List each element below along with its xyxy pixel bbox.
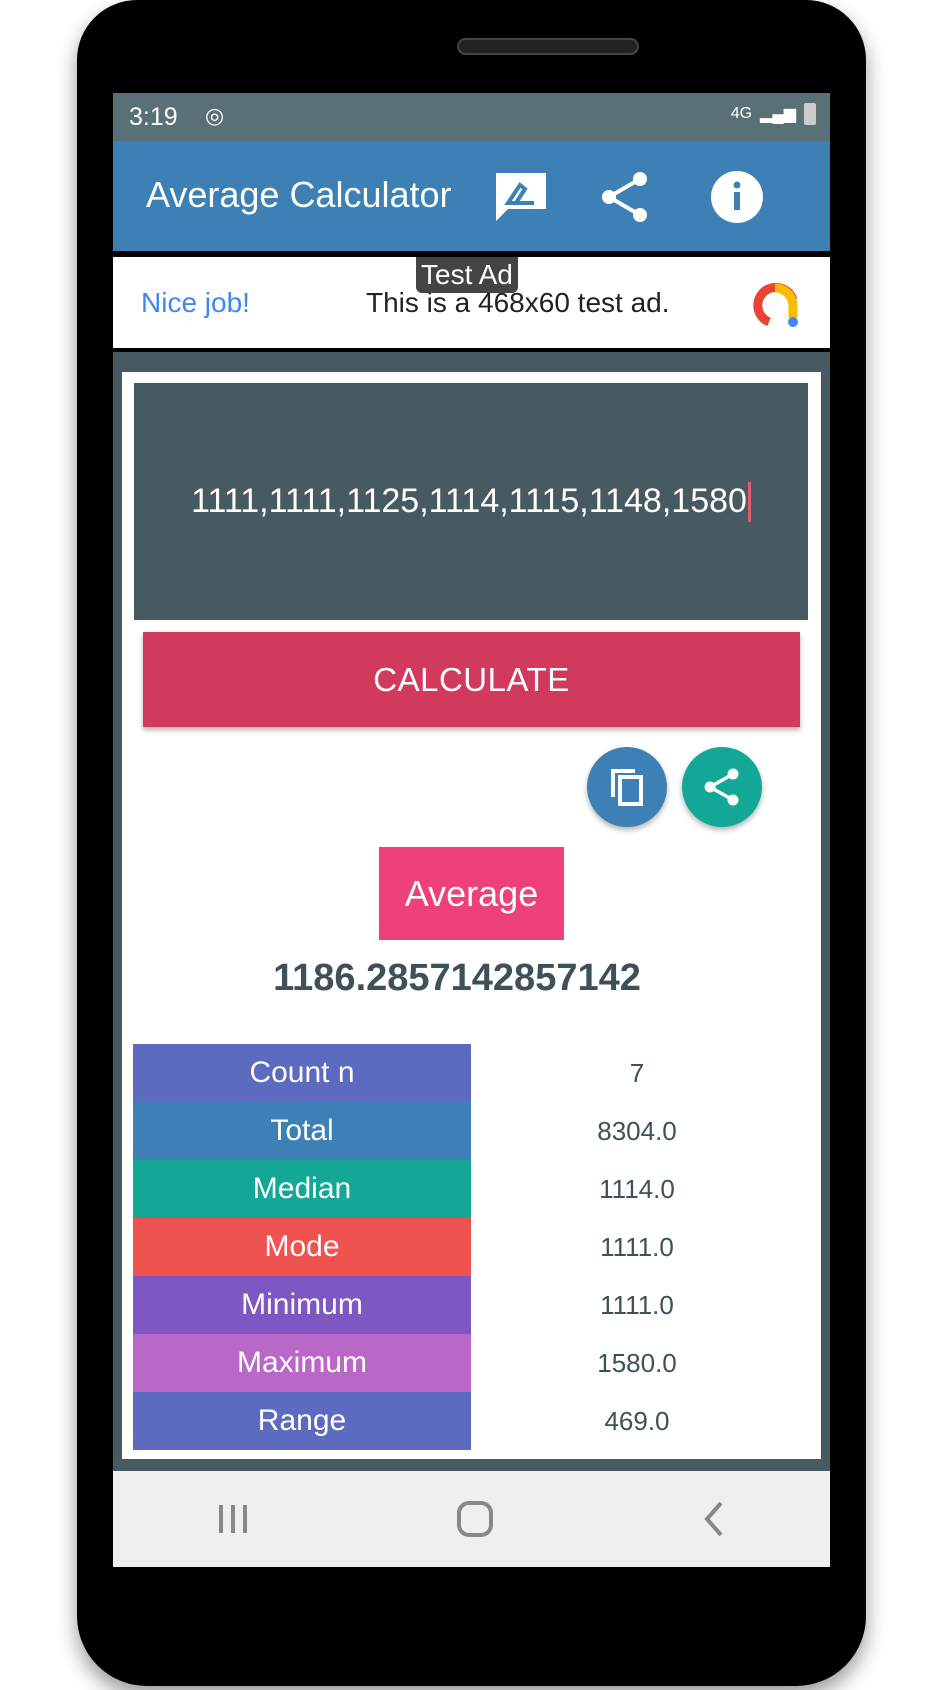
calculator-card: 1111,1111,1125,1114,1115,1148,1580 CALCU… xyxy=(122,372,821,1459)
signal-icon: ▂▄▆ xyxy=(760,106,796,123)
navigation-bar xyxy=(113,1471,830,1567)
stat-value: 1114.0 xyxy=(599,1173,675,1204)
recent-apps-icon[interactable] xyxy=(216,1503,250,1535)
speaker-grille xyxy=(457,38,639,55)
battery-icon xyxy=(804,103,816,125)
ad-tag: Test Ad xyxy=(416,257,518,293)
stat-row: Maximum 1580.0 xyxy=(133,1334,803,1392)
copy-button[interactable] xyxy=(587,747,667,827)
calculate-button[interactable]: CALCULATE xyxy=(143,632,800,727)
info-icon[interactable] xyxy=(709,169,765,225)
numbers-input[interactable]: 1111,1111,1125,1114,1115,1148,1580 xyxy=(134,383,808,620)
stat-value: 1111.0 xyxy=(600,1289,674,1320)
numbers-input-value: 1111,1111,1125,1114,1115,1148,1580 xyxy=(191,482,747,520)
network-type: 4G xyxy=(730,105,753,122)
stats-table: Count n 7 Total 8304.0 Median 1114.0 Mode 1111.… xyxy=(133,1044,803,1450)
stat-label: Minimum xyxy=(133,1276,471,1334)
stat-value: 469.0 xyxy=(604,1405,670,1436)
status-time: 3:19 xyxy=(129,103,178,131)
text-caret xyxy=(747,481,751,522)
status-bar: 3:19 ◎ 4G ▂▄▆ xyxy=(113,93,830,141)
ad-banner[interactable]: Nice job! This is a 468x60 test ad. Test… xyxy=(113,257,830,348)
stat-row: Count n 7 xyxy=(133,1044,803,1102)
app-title: Average Calculator xyxy=(146,174,452,215)
share-icon xyxy=(704,768,739,806)
stat-row: Median 1114.0 xyxy=(133,1160,803,1218)
stat-label: Median xyxy=(133,1160,471,1218)
screen: 3:19 ◎ 4G ▂▄▆ Average Calculator Nice jo… xyxy=(113,93,830,1567)
stat-value: 1111.0 xyxy=(600,1231,674,1262)
stat-label: Mode xyxy=(133,1218,471,1276)
stat-row: Mode 1111.0 xyxy=(133,1218,803,1276)
app-bar: Average Calculator xyxy=(113,141,830,251)
average-value: 1186.2857142857142 xyxy=(273,957,641,999)
hotspot-icon: ◎ xyxy=(205,103,225,128)
stat-value: 7 xyxy=(629,1057,645,1088)
home-icon[interactable] xyxy=(456,1500,494,1538)
ad-message: This is a 468x60 test ad. xyxy=(366,287,670,318)
stat-label: Maximum xyxy=(133,1334,471,1392)
back-icon[interactable] xyxy=(701,1500,727,1538)
share-result-button[interactable] xyxy=(682,747,762,827)
share-icon[interactable] xyxy=(597,169,653,225)
stat-row: Total 8304.0 xyxy=(133,1102,803,1160)
average-label: Average xyxy=(379,847,564,940)
stat-value: 1580.0 xyxy=(597,1347,677,1378)
stat-row: Minimum 1111.0 xyxy=(133,1276,803,1334)
ad-headline: Nice job! xyxy=(141,287,250,318)
copy-icon xyxy=(611,769,643,806)
stat-value: 8304.0 xyxy=(597,1115,677,1146)
feedback-icon[interactable] xyxy=(493,169,549,225)
stat-label: Count n xyxy=(133,1044,471,1102)
stat-row: Range 469.0 xyxy=(133,1392,803,1450)
stat-label: Range xyxy=(133,1392,471,1450)
content-area: 1111,1111,1125,1114,1115,1148,1580 CALCU… xyxy=(113,352,830,1471)
stat-label: Total xyxy=(133,1102,471,1160)
ad-logo-icon xyxy=(753,282,798,327)
